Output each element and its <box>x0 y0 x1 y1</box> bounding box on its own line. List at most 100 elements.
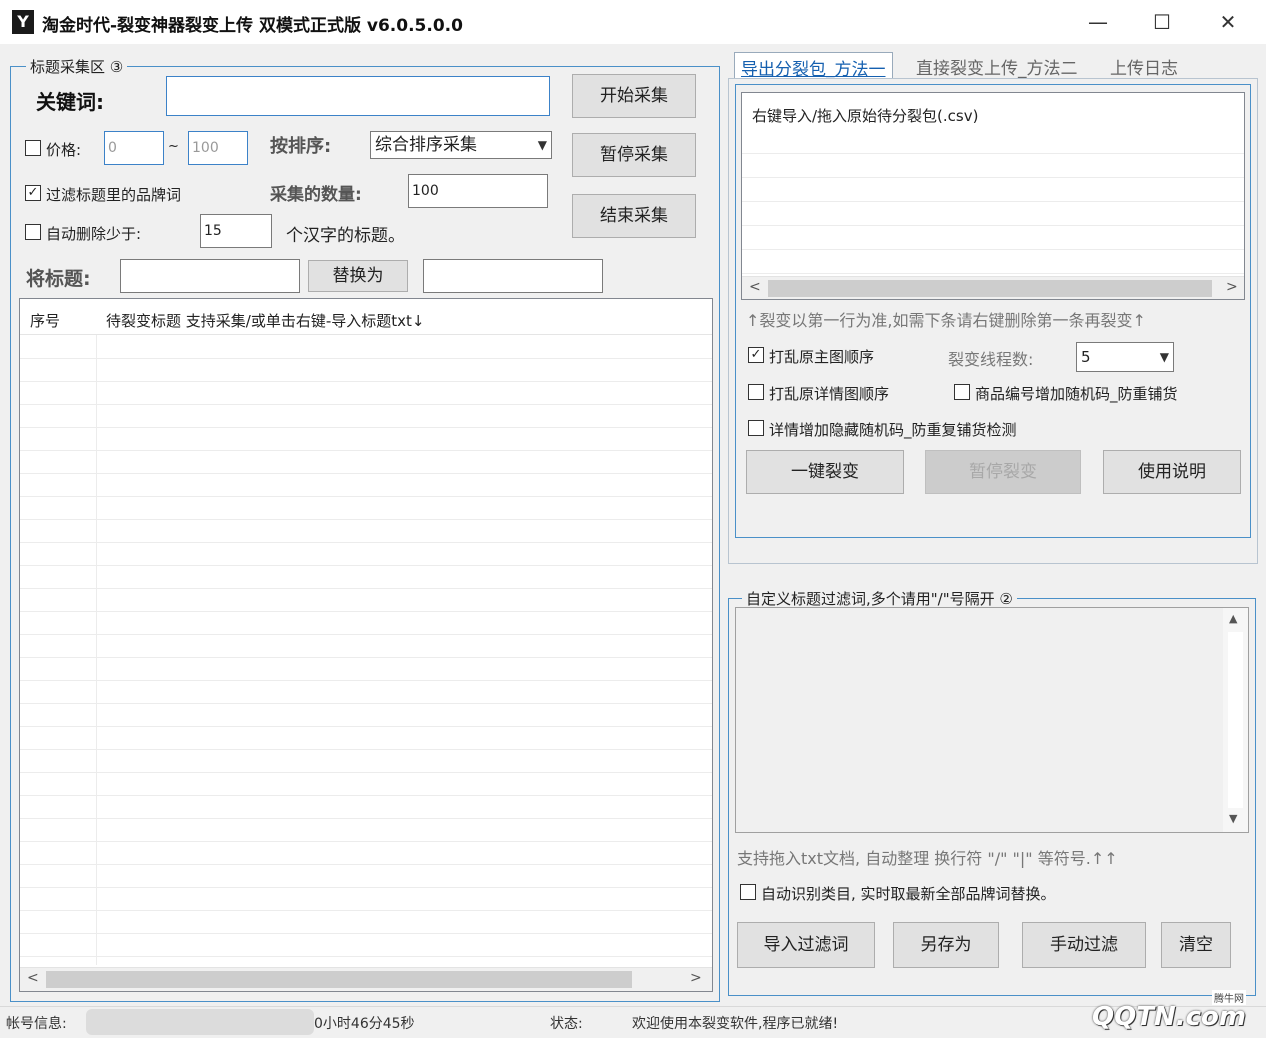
split-list-header: 右键导入/拖入原始待分裂包(.csv) <box>752 107 979 125</box>
grid-line <box>20 910 712 911</box>
title-bar: Y 淘金时代-裂变神器裂变上传 双模式正式版 v6.0.5.0.0 — ☐ ✕ <box>0 0 1266 44</box>
grid-line <box>20 956 712 957</box>
tab-upload-log[interactable]: 上传日志 <box>1104 52 1184 80</box>
save-as-button[interactable]: 另存为 <box>893 922 999 968</box>
grid-line <box>20 588 712 589</box>
table-header: 序号 待裂变标题 支持采集/或单击右键-导入标题txt↓ <box>20 299 712 335</box>
start-collect-button[interactable]: 开始采集 <box>572 74 696 118</box>
count-label: 采集的数量: <box>270 185 362 205</box>
grid-line <box>20 657 712 658</box>
split-list-body <box>742 129 1244 275</box>
pause-collect-button[interactable]: 暂停采集 <box>572 133 696 177</box>
split-hscrollbar[interactable]: < > <box>742 276 1244 299</box>
manual-filter-button[interactable]: 手动过滤 <box>1022 922 1146 968</box>
filter-hint: 支持拖入txt文档, 自动整理 换行符 "/" "|" 等符号.↑↑ <box>737 849 1118 868</box>
replace-to-input[interactable] <box>423 259 603 293</box>
chevron-down-icon: ▼ <box>537 138 547 152</box>
count-input[interactable] <box>408 174 548 208</box>
grid-line <box>20 634 712 635</box>
table-hscrollbar[interactable]: < > <box>20 967 712 991</box>
state-text: 欢迎使用本裂变软件,程序已就绪! <box>632 1016 839 1032</box>
grid-line <box>20 404 712 405</box>
split-scroll-thumb[interactable] <box>768 280 1212 297</box>
grid-line <box>742 273 1244 274</box>
grid-line <box>20 519 712 520</box>
split-scroll-right-icon[interactable]: > <box>1226 279 1238 295</box>
help-button[interactable]: 使用说明 <box>1103 450 1241 494</box>
sort-select[interactable]: 综合排序采集 ▼ <box>370 131 552 159</box>
grid-line <box>20 772 712 773</box>
import-filter-button[interactable]: 导入过滤词 <box>737 922 875 968</box>
app-logo-icon: Y <box>12 10 34 34</box>
state-label: 状态: <box>550 1016 583 1032</box>
grid-line <box>20 933 712 934</box>
grid-line <box>20 680 712 681</box>
grid-line <box>20 887 712 888</box>
threads-select-value: 5 <box>1081 348 1091 366</box>
scroll-right-icon[interactable]: > <box>690 970 702 986</box>
replace-button[interactable]: 替换为 <box>308 260 408 292</box>
scroll-thumb[interactable] <box>46 971 632 988</box>
filter-scroll-thumb[interactable] <box>1228 632 1243 808</box>
title-table[interactable]: 序号 待裂变标题 支持采集/或单击右键-导入标题txt↓ < > <box>19 298 713 992</box>
shuffle-detail-label: 打乱原详情图顺序 <box>769 385 890 403</box>
sort-label: 按排序: <box>270 136 332 157</box>
grid-line <box>20 542 712 543</box>
scroll-left-icon[interactable]: < <box>27 970 39 986</box>
watermark-text: QQTN.com <box>1092 1002 1246 1032</box>
price-min-input[interactable] <box>104 131 164 165</box>
auto-detect-label: 自动识别类目, 实时取最新全部品牌词替换。 <box>761 885 1056 903</box>
filter-textarea[interactable]: ▲ ▼ <box>735 607 1249 833</box>
shuffle-main-checkbox[interactable]: ✓ <box>748 347 764 363</box>
grid-line <box>20 864 712 865</box>
filter-brand-checkbox[interactable]: ✓ <box>25 185 41 201</box>
tab-direct-upload[interactable]: 直接裂变上传_方法二 <box>910 52 1084 80</box>
minimize-button[interactable]: — <box>1068 4 1128 40</box>
price-checkbox[interactable] <box>25 140 41 156</box>
auto-delete-checkbox[interactable] <box>25 224 41 240</box>
grid-line <box>20 611 712 612</box>
clear-button[interactable]: 清空 <box>1161 922 1231 968</box>
shuffle-detail-checkbox[interactable] <box>748 384 764 400</box>
table-body <box>20 335 712 965</box>
scroll-down-icon[interactable]: ▼ <box>1229 812 1237 825</box>
pause-split-button[interactable]: 暂停裂变 <box>925 450 1081 494</box>
grid-line <box>20 565 712 566</box>
price-separator: ~ <box>168 139 179 154</box>
one-click-split-button[interactable]: 一键裂变 <box>746 450 904 494</box>
hidden-code-checkbox[interactable] <box>748 420 764 436</box>
window-title: 淘金时代-裂变神器裂变上传 双模式正式版 v6.0.5.0.0 <box>42 16 463 36</box>
auto-detect-checkbox[interactable] <box>740 884 756 900</box>
scroll-up-icon[interactable]: ▲ <box>1229 612 1237 625</box>
maximize-button[interactable]: ☐ <box>1132 4 1192 40</box>
column-title-header: 待裂变标题 支持采集/或单击右键-导入标题txt↓ <box>106 312 425 330</box>
watermark-logo: 腾牛网 QQTN.com <box>1062 986 1262 1036</box>
threads-select[interactable]: 5 ▼ <box>1076 342 1174 372</box>
grid-line <box>20 358 712 359</box>
sort-select-value: 综合排序采集 <box>375 135 477 155</box>
filter-brand-label: 过滤标题里的品牌词 <box>46 186 182 204</box>
grid-line <box>20 450 712 451</box>
split-scroll-left-icon[interactable]: < <box>749 279 761 295</box>
grid-line <box>742 201 1244 202</box>
auto-delete-input[interactable] <box>200 214 272 248</box>
grid-line <box>20 496 712 497</box>
tab-export-split[interactable]: 导出分裂包_方法一 <box>734 52 893 80</box>
replace-from-input[interactable] <box>120 259 300 293</box>
price-max-input[interactable] <box>188 131 248 165</box>
auto-delete-suffix: 个汉字的标题。 <box>286 226 405 246</box>
split-package-list[interactable]: 右键导入/拖入原始待分裂包(.csv) < > <box>741 92 1245 300</box>
column-index-header: 序号 <box>30 312 61 330</box>
filter-vscrollbar[interactable]: ▲ ▼ <box>1223 608 1248 832</box>
grid-line <box>20 427 712 428</box>
grid-line <box>20 841 712 842</box>
end-collect-button[interactable]: 结束采集 <box>572 194 696 238</box>
grid-line <box>742 177 1244 178</box>
product-code-checkbox[interactable] <box>954 384 970 400</box>
keyword-input[interactable] <box>166 76 550 116</box>
product-code-label: 商品编号增加随机码_防重铺货 <box>975 385 1178 403</box>
grid-line <box>742 249 1244 250</box>
shuffle-main-label: 打乱原主图顺序 <box>769 348 875 366</box>
close-button[interactable]: ✕ <box>1198 4 1258 40</box>
grid-line <box>20 381 712 382</box>
